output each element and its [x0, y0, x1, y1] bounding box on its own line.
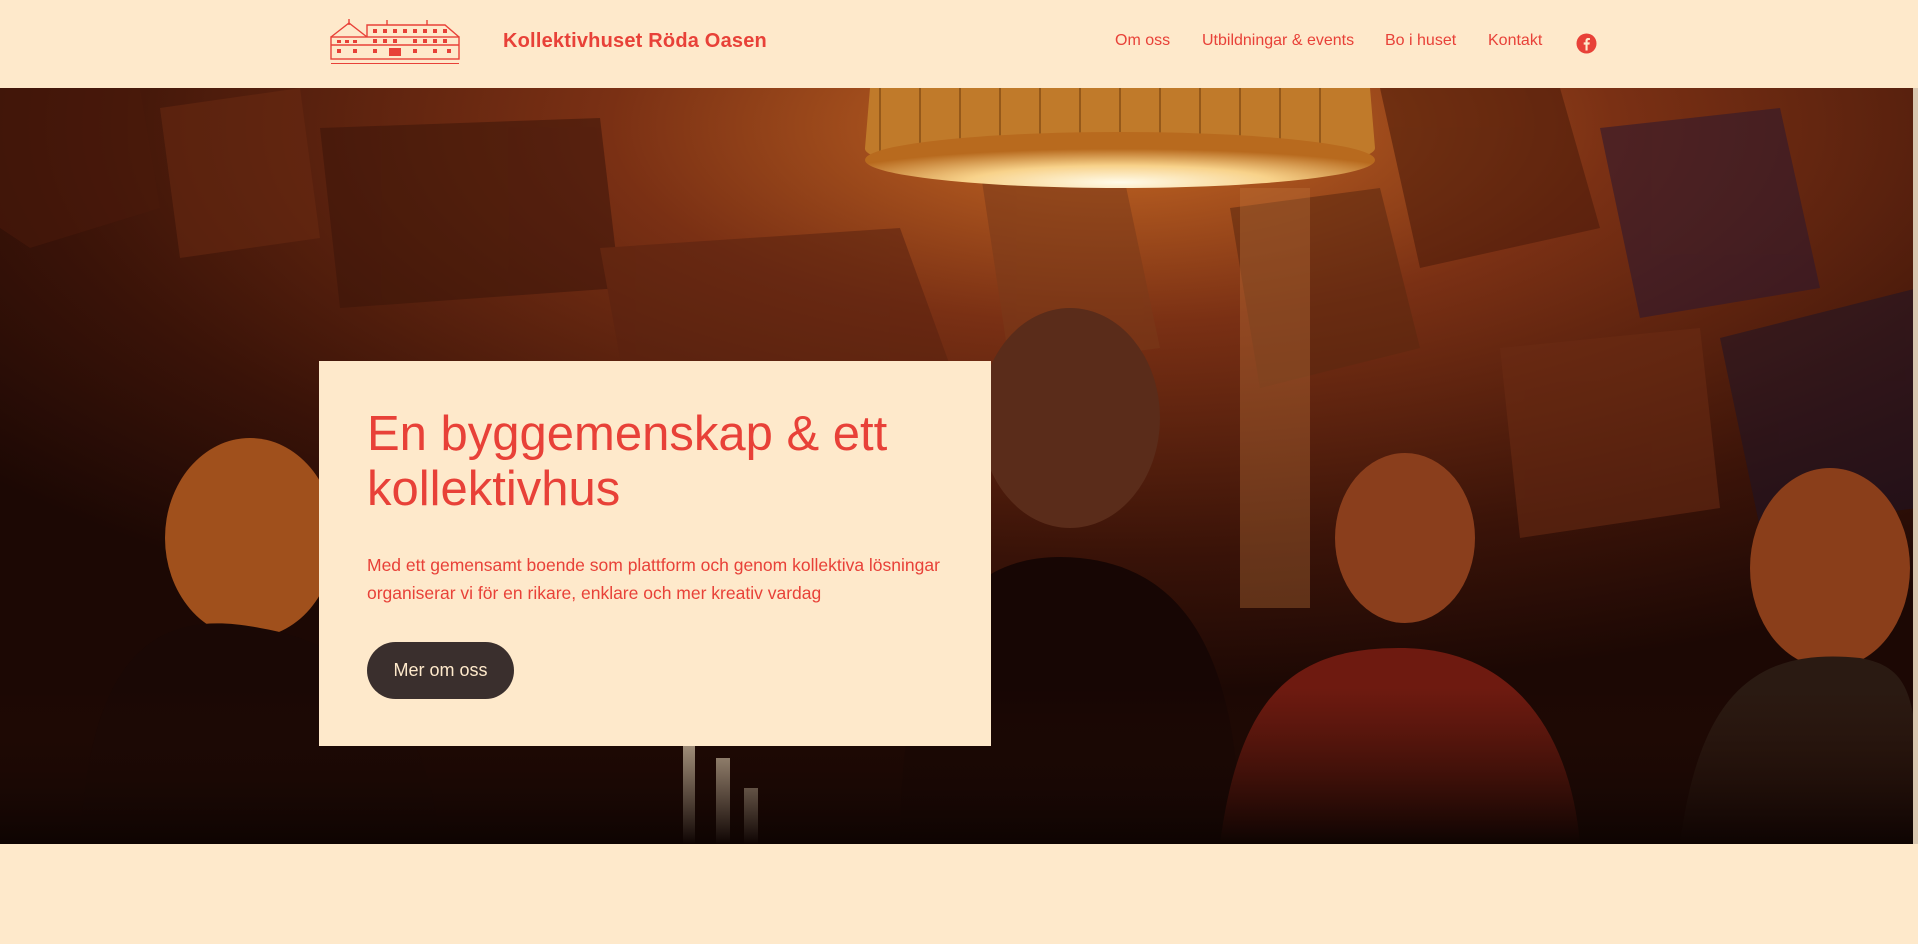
nav-item-utbildningar-events[interactable]: Utbildningar & events — [1202, 32, 1354, 50]
hero-description: Med ett gemensamt boende som plattform o… — [367, 555, 940, 603]
nav-item-om-oss[interactable]: Om oss — [1115, 32, 1170, 50]
hero-title: En byggemenskap & ett kollektivhus — [367, 407, 888, 516]
hero-card: En byggemenskap & ett kollektivhus Med e… — [319, 361, 991, 746]
more-about-us-button[interactable]: Mer om oss — [367, 642, 514, 699]
content-area — [0, 844, 1918, 944]
house-logo-icon — [330, 19, 460, 64]
hero-image: En byggemenskap & ett kollektivhus Med e… — [0, 88, 1918, 844]
scrollbar[interactable] — [1913, 88, 1918, 844]
page: Kollektivhuset Röda Oasen Om oss Utbildn… — [0, 0, 1918, 944]
site-header: Kollektivhuset Röda Oasen Om oss Utbildn… — [0, 0, 1918, 88]
nav-item-bo-i-huset[interactable]: Bo i huset — [1385, 32, 1456, 50]
nav-item-kontakt[interactable]: Kontakt — [1488, 32, 1542, 50]
facebook-icon[interactable] — [1576, 33, 1597, 54]
site-title[interactable]: Kollektivhuset Röda Oasen — [503, 30, 767, 53]
site-logo[interactable] — [327, 15, 463, 69]
